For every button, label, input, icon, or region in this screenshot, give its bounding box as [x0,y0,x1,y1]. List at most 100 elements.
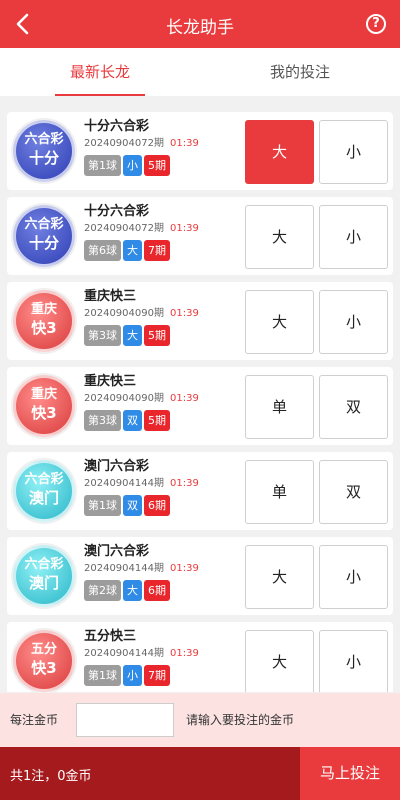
tab-my-bets[interactable]: 我的投注 [200,48,400,96]
tab-bar: 最新长龙 我的投注 [0,48,400,96]
countdown-time: 01:39 [170,478,199,489]
lottery-name: 十分六合彩 [84,204,150,219]
ball-badge: 第1球 [84,665,121,686]
issue-number: 20240904090期 [84,308,164,319]
logo-line2: 澳门 [28,574,59,592]
logo-line2: 十分 [28,149,59,167]
bet-option-button[interactable]: 小 [319,120,388,184]
issue-line: 20240904144期 01:39 [84,562,244,576]
bet-option-button[interactable]: 小 [319,290,388,354]
lottery-logo: 重庆 快3 [13,290,75,352]
bet-option-button[interactable]: 单 [245,375,314,439]
countdown-time: 01:39 [170,393,199,404]
page-title: 长龙助手 [166,18,234,38]
stake-hint: 请输入要投注的金币 [186,713,295,727]
result-badge: 小 [123,155,142,176]
result-badge: 大 [123,325,142,346]
help-icon[interactable]: ? [366,14,386,34]
item-info: 澳门六合彩 20240904144期 01:39 第1球双 6期 [84,458,244,517]
countdown-time: 01:39 [170,308,199,319]
bet-option-button[interactable]: 小 [319,205,388,269]
issue-line: 20240904144期 01:39 [84,477,244,491]
lottery-logo: 六合彩 澳门 [13,460,75,522]
bet-summary: 共1注，0金币 [10,769,92,784]
list-item: 重庆快3 重庆快三 20240904090期 01:39 第3球双 5期 单 双 [7,367,393,445]
bet-option-button[interactable]: 大 [245,630,314,692]
ball-badge: 第6球 [84,240,121,261]
result-badge: 大 [123,580,142,601]
bet-option-button[interactable]: 双 [319,375,388,439]
lottery-name: 重庆快三 [84,374,137,389]
stake-bar: 每注金币 请输入要投注的金币 [0,693,400,747]
countdown-time: 01:39 [170,138,199,149]
streak-list: 六合彩 十分 十分六合彩 20240904072期 01:39 第1球小 5期 大 小… [0,104,400,692]
issue-number: 20240904090期 [84,393,164,404]
issue-number: 20240904144期 [84,648,164,659]
logo-line1: 重庆 [30,387,57,402]
badge-row: 第2球大 6期 [84,580,244,602]
lottery-logo: 重庆快3 [13,375,75,437]
ball-badge: 第1球 [84,495,121,516]
bet-option-button[interactable]: 小 [319,545,388,609]
logo-line1: 六合彩 [24,132,64,147]
ball-badge: 第3球 [84,410,121,431]
issue-line: 20240904072期 01:39 [84,222,244,236]
badge-row: 第3球双 5期 [84,410,244,432]
top-bar: 长龙助手 ? [0,0,400,48]
list-item: 六合彩 十分 十分六合彩 20240904072期 01:39 第6球大 7期 大 小 [7,197,393,275]
stake-label: 每注金币 [10,713,59,727]
bet-option-button[interactable]: 小 [319,630,388,692]
item-info: 十分六合彩 20240904072期 01:39 第1球小 5期 [84,118,244,177]
stake-input[interactable] [76,703,174,737]
ball-badge: 第2球 [84,580,121,601]
item-info: 十分六合彩 20240904072期 01:39 第6球大 7期 [84,203,244,262]
streak-badge: 7期 [144,240,170,261]
tab-latest-streaks[interactable]: 最新长龙 [0,48,200,96]
logo-line2: 快3 [31,404,57,422]
item-info: 重庆快三 20240904090期 01:39 第3球双 5期 [84,373,244,432]
ball-badge: 第1球 [84,155,121,176]
streak-badge: 6期 [144,580,170,601]
countdown-time: 01:39 [170,648,199,659]
issue-number: 20240904072期 [84,138,164,149]
countdown-time: 01:39 [170,563,199,574]
badge-row: 第3球大 5期 [84,325,244,347]
bet-option-button[interactable]: 单 [245,460,314,524]
bet-option-button[interactable]: 大 [245,290,314,354]
issue-number: 20240904144期 [84,563,164,574]
item-info: 澳门六合彩 20240904144期 01:39 第2球大 6期 [84,543,244,602]
lottery-name: 澳门六合彩 [84,459,150,474]
result-badge: 双 [123,495,142,516]
logo-line1: 六合彩 [24,217,64,232]
issue-number: 20240904072期 [84,223,164,234]
badge-row: 第1球小 7期 [84,665,244,687]
lottery-logo: 五分 快3 [13,630,75,692]
list-item: 六合彩 十分 十分六合彩 20240904072期 01:39 第1球小 5期 大 小 [7,112,393,190]
ball-badge: 第3球 [84,325,121,346]
bottom-bar: 共1注，0金币 马上投注 [0,747,400,800]
result-badge: 小 [123,665,142,686]
logo-line2: 十分 [28,234,59,252]
bet-option-button[interactable]: 大 [245,205,314,269]
badge-row: 第6球大 7期 [84,240,244,262]
lottery-logo: 六合彩 澳门 [13,545,75,607]
logo-line2: 快3 [31,659,57,677]
list-item: 五分 快3 五分快三 20240904144期 01:39 第1球小 7期 大 小 [7,622,393,692]
place-bet-button[interactable]: 马上投注 [300,747,400,800]
streak-badge: 5期 [144,325,170,346]
bet-option-button[interactable]: 双 [319,460,388,524]
result-badge: 双 [123,410,142,431]
bet-option-button[interactable]: 大 [245,120,314,184]
result-badge: 大 [123,240,142,261]
logo-line2: 快3 [31,319,57,337]
lottery-logo: 六合彩 十分 [13,120,75,182]
lottery-name: 五分快三 [84,629,137,644]
streak-badge: 5期 [144,155,170,176]
item-info: 五分快三 20240904144期 01:39 第1球小 7期 [84,628,244,687]
badge-row: 第1球小 5期 [84,155,244,177]
streak-badge: 6期 [144,495,170,516]
lottery-logo: 六合彩 十分 [13,205,75,267]
bet-option-button[interactable]: 大 [245,545,314,609]
logo-line1: 六合彩 [24,557,64,572]
list-item: 六合彩 澳门 澳门六合彩 20240904144期 01:39 第2球大 6期 大 小 [7,537,393,615]
